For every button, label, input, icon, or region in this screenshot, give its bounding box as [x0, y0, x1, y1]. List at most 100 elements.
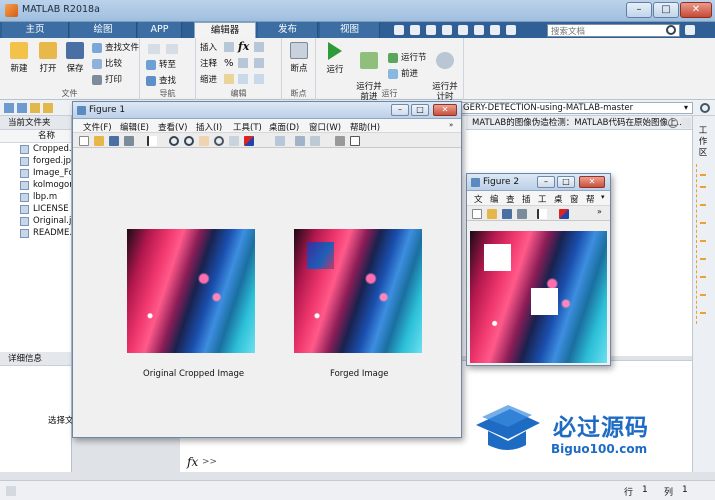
up-folder-icon[interactable] — [30, 103, 40, 113]
name-column-header[interactable]: 名称 — [0, 130, 71, 143]
run-button[interactable]: 运行 — [320, 42, 350, 75]
figure-2-titlebar[interactable]: Figure 2 – □ ✕ — [467, 174, 610, 191]
figure-1-close-button[interactable]: ✕ — [433, 104, 457, 116]
menu-tools[interactable]: 工具(T) — [233, 121, 262, 133]
browse-folder-icon[interactable] — [43, 103, 53, 113]
workspace-strip[interactable]: 工作区 — [692, 116, 715, 472]
menu-window[interactable]: 窗口(W) — [309, 121, 341, 133]
uncomment-icon[interactable] — [238, 58, 248, 68]
edit-plot-icon[interactable] — [147, 136, 157, 146]
open-file-icon[interactable] — [487, 209, 497, 219]
breakpoints-button[interactable]: 断点 — [284, 42, 314, 74]
folder-search-icon[interactable] — [700, 103, 710, 113]
save-figure-icon[interactable] — [109, 136, 119, 146]
link-plot-icon[interactable] — [275, 136, 285, 146]
menu-desktop[interactable]: 桌 — [554, 193, 563, 205]
redo-quick-icon[interactable] — [474, 25, 484, 35]
insert-legend-icon[interactable] — [310, 136, 320, 146]
comment-button[interactable]: 注释 — [200, 58, 217, 70]
new-button[interactable]: 新建 — [4, 42, 34, 74]
menu-file[interactable]: 文件(F) — [83, 121, 112, 133]
menu-desktop[interactable]: 桌面(D) — [269, 121, 299, 133]
edit-plot-icon[interactable] — [537, 209, 547, 219]
undo-quick-icon[interactable] — [458, 25, 468, 35]
menu-tools[interactable]: 工 — [538, 193, 547, 205]
open-file-icon[interactable] — [94, 136, 104, 146]
filter-icon[interactable] — [685, 25, 695, 35]
figure-1-minimize-button[interactable]: – — [391, 104, 409, 116]
print-button[interactable]: 打印 — [92, 74, 122, 86]
figure-1-window[interactable]: Figure 1 – □ ✕ 文件(F) 编辑(E) 查看(V) 插入(I) 工… — [72, 101, 462, 438]
menu-help[interactable]: 帮助(H) — [350, 121, 380, 133]
pan-icon[interactable] — [199, 136, 209, 146]
brush-icon[interactable] — [244, 136, 254, 146]
decrease-indent-icon[interactable] — [254, 74, 264, 84]
maximize-button[interactable]: □ — [653, 2, 679, 18]
save-figure-icon[interactable] — [502, 209, 512, 219]
cut-quick-icon[interactable] — [410, 25, 420, 35]
close-button[interactable]: ✕ — [680, 2, 712, 18]
save-quick-icon[interactable] — [394, 25, 404, 35]
insert-section-icon[interactable] — [224, 42, 234, 52]
figure-2-maximize-button[interactable]: □ — [557, 176, 575, 188]
tab-editor[interactable]: 编辑器 — [194, 22, 256, 38]
menu-overflow-icon[interactable]: ▾ — [601, 193, 605, 201]
compare-button[interactable]: 比较 — [92, 58, 122, 70]
search-documentation-input[interactable] — [547, 24, 680, 37]
file-item[interactable]: Original.jp — [0, 215, 71, 227]
function-browser-icon[interactable]: fx — [187, 455, 198, 469]
rotate-3d-icon[interactable] — [214, 136, 224, 146]
tab-home[interactable]: 主页 — [2, 22, 69, 38]
paste-quick-icon[interactable] — [442, 25, 452, 35]
increase-indent-icon[interactable] — [238, 74, 248, 84]
show-plot-tools-icon[interactable] — [350, 136, 360, 146]
open-button[interactable]: 打开 — [33, 42, 63, 74]
file-item[interactable]: LICENSE — [0, 203, 71, 215]
menu-help[interactable]: 帮 — [586, 193, 595, 205]
find-files-button[interactable]: 查找文件 — [92, 42, 139, 54]
data-cursor-icon[interactable] — [229, 136, 239, 146]
forward-nav-icon[interactable] — [17, 103, 27, 113]
tab-options-icon[interactable] — [668, 118, 678, 128]
run-section-button[interactable]: 运行节 — [388, 52, 427, 64]
file-item[interactable]: Cropped.jp — [0, 143, 71, 155]
goto-button[interactable]: 转至 — [146, 59, 176, 71]
smart-indent-icon[interactable] — [224, 74, 234, 84]
file-item[interactable]: kolmogor — [0, 179, 71, 191]
figure-1-titlebar[interactable]: Figure 1 – □ ✕ — [73, 102, 461, 119]
editor-document-tab[interactable]: MATLAB的图像伪造检测：MATLAB代码在原始图像上... — [466, 116, 692, 130]
menu-edit[interactable]: 编 — [490, 193, 499, 205]
copy-quick-icon[interactable] — [426, 25, 436, 35]
new-figure-icon[interactable] — [472, 209, 482, 219]
tab-apps[interactable]: APP — [138, 22, 182, 38]
menu-view[interactable]: 查看(V) — [158, 121, 187, 133]
menu-file[interactable]: 文 — [474, 193, 483, 205]
menu-view[interactable]: 查 — [506, 193, 515, 205]
new-figure-icon[interactable] — [79, 136, 89, 146]
wrap-comments-icon[interactable] — [254, 58, 264, 68]
find-button[interactable]: 查找 — [146, 75, 176, 87]
tab-publish[interactable]: 发布 — [258, 22, 318, 38]
figure-2-minimize-button[interactable]: – — [537, 176, 555, 188]
figure-2-close-button[interactable]: ✕ — [579, 176, 605, 188]
menu-insert[interactable]: 插入(I) — [196, 121, 222, 133]
zoom-in-icon[interactable] — [169, 136, 179, 146]
menu-edit[interactable]: 编辑(E) — [120, 121, 149, 133]
indent-button[interactable]: 缩进 — [200, 74, 217, 86]
menu-overflow-icon[interactable]: » — [449, 121, 453, 129]
menu-window[interactable]: 窗 — [570, 193, 579, 205]
back-icon[interactable] — [148, 44, 160, 54]
hide-plot-tools-icon[interactable] — [335, 136, 345, 146]
search-icon[interactable] — [666, 25, 676, 35]
brush-icon[interactable] — [559, 209, 569, 219]
print-figure-icon[interactable] — [124, 136, 134, 146]
insert-button[interactable]: 插入 — [200, 42, 217, 54]
insert-colorbar-icon[interactable] — [295, 136, 305, 146]
split-editor-icon[interactable] — [681, 118, 691, 128]
forward-icon[interactable] — [166, 44, 178, 54]
status-menu-icon[interactable] — [6, 486, 16, 496]
file-item[interactable]: README.m — [0, 227, 71, 239]
save-button[interactable]: 保存 — [60, 42, 90, 74]
switch-windows-icon[interactable] — [490, 25, 500, 35]
help-quick-icon[interactable] — [506, 25, 516, 35]
